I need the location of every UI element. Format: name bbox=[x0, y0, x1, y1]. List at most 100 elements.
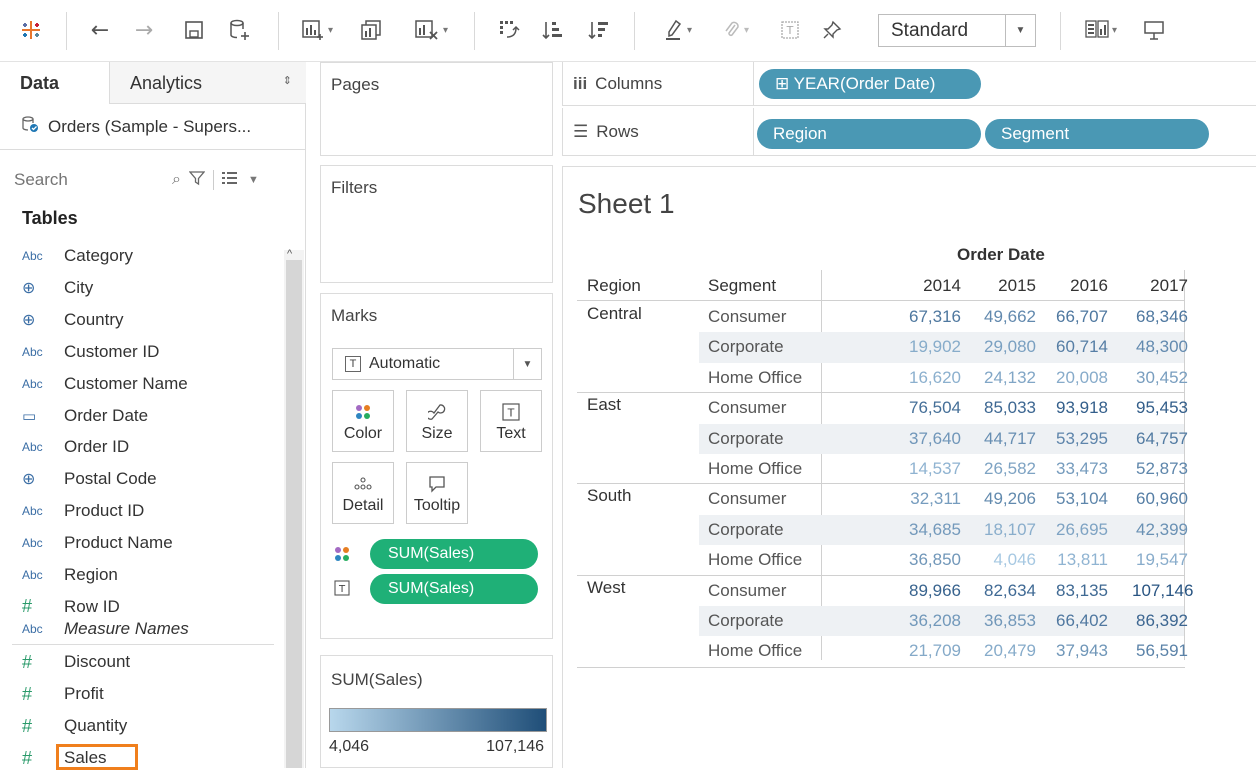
year-header: 2016 bbox=[1070, 276, 1108, 295]
datasource-item[interactable]: Orders (Sample - Supers... bbox=[0, 104, 306, 150]
value-cell: 67,316 bbox=[909, 307, 961, 326]
color-sales-pill[interactable]: SUM(Sales) bbox=[370, 539, 538, 569]
field-item[interactable]: ⊕ Postal Code bbox=[22, 464, 157, 494]
data-pane-tabs: Data Analytics ⇕ bbox=[0, 62, 306, 104]
rows-shelf[interactable]: ☰ Rows Region Segment bbox=[562, 108, 1256, 156]
sales-highlight-box bbox=[56, 744, 138, 770]
swap-icon[interactable] bbox=[494, 14, 524, 46]
chevron-down-icon[interactable]: ▼ bbox=[248, 174, 259, 186]
svg-text:T: T bbox=[338, 584, 346, 595]
tab-analytics[interactable]: Analytics ⇕ bbox=[110, 62, 306, 104]
segment-label: Corporate bbox=[708, 428, 784, 448]
label-icon[interactable]: T bbox=[776, 14, 804, 46]
field-item[interactable]: Abc Measure Names bbox=[22, 614, 189, 644]
field-item[interactable]: Abc Category bbox=[22, 241, 133, 271]
svg-text:T: T bbox=[507, 407, 515, 420]
value-cell: 53,295 bbox=[1056, 428, 1108, 448]
field-item[interactable]: ⊕ City bbox=[22, 273, 93, 303]
value-cell: 13,811 bbox=[1057, 550, 1108, 570]
value-cell: 37,640 bbox=[909, 428, 961, 448]
search-icon[interactable]: ⌕ bbox=[172, 171, 181, 189]
detail-button[interactable]: Detail bbox=[332, 462, 394, 524]
field-item[interactable]: Abc Product ID bbox=[22, 496, 144, 526]
legend-min: 4,046 bbox=[329, 738, 370, 755]
scroll-up-icon[interactable]: ^ bbox=[287, 248, 292, 260]
year-order-date-pill[interactable]: ⊞ YEAR(Order Date) bbox=[759, 69, 981, 99]
segment-pill[interactable]: Segment bbox=[985, 119, 1209, 149]
show-me-icon[interactable]: ▾ bbox=[1074, 14, 1128, 46]
tooltip-label: Tooltip bbox=[413, 497, 461, 514]
group-icon[interactable]: ▾ bbox=[714, 14, 758, 46]
pages-shelf[interactable]: Pages bbox=[320, 62, 553, 156]
region-label: South bbox=[587, 486, 632, 506]
view-list-icon[interactable] bbox=[221, 171, 240, 190]
field-item[interactable]: ⊕ Country bbox=[22, 305, 124, 335]
legend-gradient[interactable] bbox=[329, 708, 547, 732]
datasource-icon bbox=[20, 114, 40, 139]
field-item[interactable]: Abc Product Name bbox=[22, 528, 173, 558]
value-cell: 95,453 bbox=[1136, 398, 1188, 418]
segment-label: Consumer bbox=[708, 489, 787, 509]
size-button[interactable]: Size bbox=[406, 390, 468, 452]
number-icon: # bbox=[22, 715, 33, 736]
sort-descending-icon[interactable] bbox=[584, 14, 614, 46]
text-sales-pill[interactable]: SUM(Sales) bbox=[370, 574, 538, 604]
year-header: 2015 bbox=[998, 276, 1036, 295]
field-item[interactable]: Abc Order ID bbox=[22, 432, 129, 462]
field-item[interactable]: ▭ Order Date bbox=[22, 401, 148, 431]
region-divider bbox=[577, 483, 1185, 485]
sort-ascending-icon[interactable] bbox=[538, 14, 568, 46]
fit-select-value: Standard bbox=[891, 19, 969, 41]
region-pill[interactable]: Region bbox=[757, 119, 981, 149]
scrollbar-thumb[interactable] bbox=[286, 260, 302, 768]
chevron-down-icon[interactable]: ▼ bbox=[1005, 15, 1035, 46]
fit-select[interactable]: Standard ▼ bbox=[878, 14, 1036, 47]
clear-sheet-icon[interactable]: ▾ bbox=[402, 14, 460, 46]
rows-icon: ☰ bbox=[573, 121, 589, 141]
back-arrow-icon[interactable]: ← bbox=[84, 14, 116, 46]
value-cell: 82,634 bbox=[984, 580, 1036, 600]
value-cell: 26,582 bbox=[984, 459, 1036, 478]
text-button[interactable]: T Text bbox=[480, 390, 542, 452]
highlight-icon[interactable]: ▾ bbox=[656, 14, 700, 46]
new-datasource-icon[interactable] bbox=[222, 14, 258, 46]
tableau-logo-icon[interactable] bbox=[14, 14, 48, 46]
filter-icon[interactable] bbox=[188, 170, 206, 191]
segment-label: Corporate bbox=[708, 611, 784, 630]
field-label: Product ID bbox=[64, 501, 145, 521]
region-divider bbox=[577, 574, 1185, 576]
presentation-icon[interactable] bbox=[1138, 14, 1170, 46]
size-label: Size bbox=[421, 425, 453, 442]
tooltip-button[interactable]: Tooltip bbox=[406, 462, 468, 524]
field-item[interactable]: Abc Customer Name bbox=[22, 369, 188, 399]
field-item[interactable]: Abc Region bbox=[22, 560, 118, 590]
region-label: East bbox=[587, 395, 622, 415]
sort-arrows-icon[interactable]: ⇕ bbox=[283, 74, 292, 87]
value-cell: 34,685 bbox=[909, 519, 961, 539]
color-label: Color bbox=[343, 425, 383, 442]
field-item[interactable]: # Quantity bbox=[22, 711, 127, 741]
value-cell: 68,346 bbox=[1136, 307, 1188, 326]
field-item[interactable]: # Profit bbox=[22, 679, 104, 709]
pin-icon[interactable] bbox=[818, 14, 846, 46]
mark-type-select[interactable]: T Automatic ▼ bbox=[332, 348, 542, 380]
value-cell: 26,695 bbox=[1056, 519, 1108, 539]
columns-shelf[interactable]: iii Columns ⊞ YEAR(Order Date) bbox=[562, 62, 1256, 106]
value-cell: 60,714 bbox=[1056, 337, 1108, 357]
globe-icon: ⊕ bbox=[22, 279, 36, 297]
tab-data[interactable]: Data bbox=[0, 62, 110, 104]
color-button[interactable]: Color bbox=[332, 390, 394, 452]
mark-type-value: Automatic bbox=[369, 355, 441, 372]
field-label: Postal Code bbox=[64, 469, 157, 489]
new-worksheet-icon[interactable]: ▾ bbox=[292, 14, 342, 46]
duplicate-icon[interactable] bbox=[356, 14, 386, 46]
value-cell: 64,757 bbox=[1136, 428, 1188, 448]
field-item[interactable]: # Discount bbox=[22, 647, 130, 677]
search-input[interactable] bbox=[14, 170, 164, 190]
forward-arrow-icon[interactable]: → bbox=[128, 14, 160, 46]
chevron-down-icon[interactable]: ▼ bbox=[513, 349, 541, 379]
field-item[interactable]: Abc Customer ID bbox=[22, 337, 159, 367]
value-cell: 49,662 bbox=[984, 307, 1036, 326]
filters-shelf[interactable]: Filters bbox=[320, 165, 553, 283]
save-icon[interactable] bbox=[178, 14, 210, 46]
